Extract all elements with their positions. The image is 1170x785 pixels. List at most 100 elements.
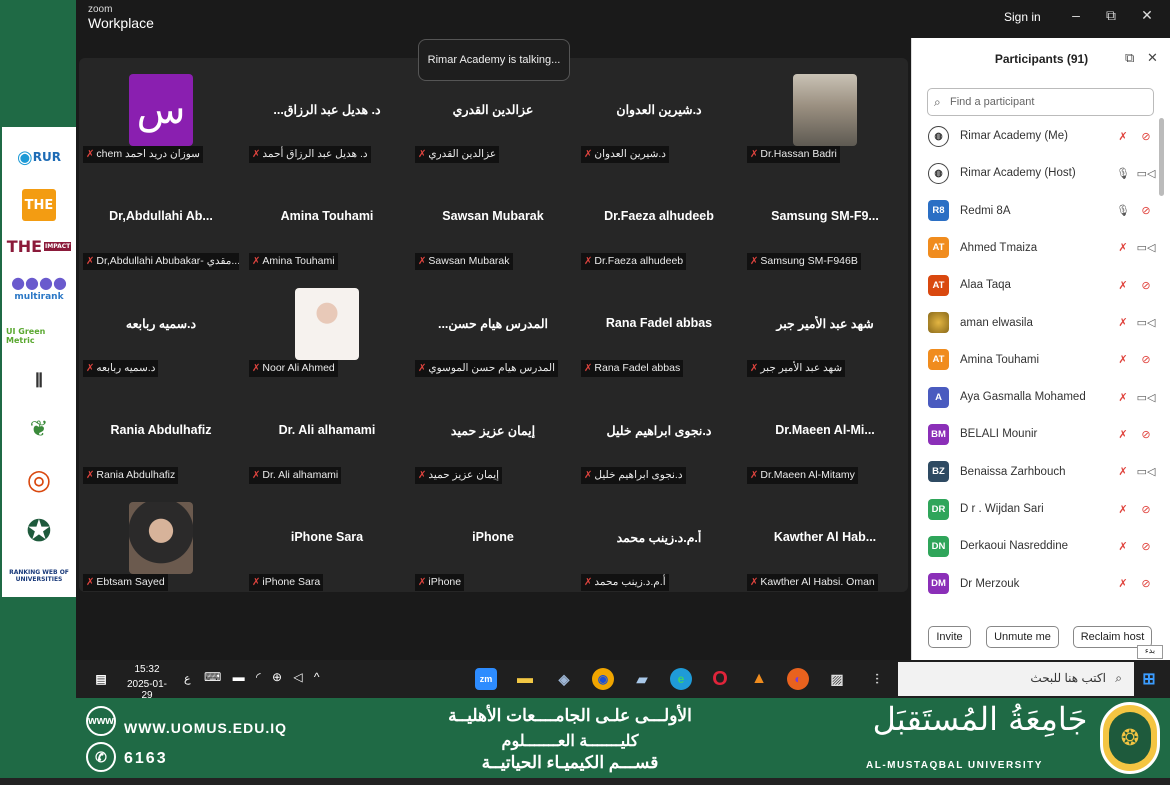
participant-row[interactable]: DN Derkaoui Nasreddine ✗ ⊘	[928, 530, 1158, 562]
notepad-icon[interactable]: ▰	[631, 668, 653, 690]
participant-row[interactable]: BZ Benaissa Zarhbouch ✗ ▭◁	[928, 456, 1158, 488]
mic-off-icon[interactable]: ✗	[1116, 465, 1130, 478]
camera-off-icon[interactable]: ⊘	[1134, 503, 1158, 516]
participant-row[interactable]: AT Amina Touhami ✗ ⊘	[928, 344, 1158, 376]
video-tile[interactable]: iPhone ✗ iPhone	[411, 486, 575, 591]
chrome-icon[interactable]: ◉	[592, 668, 614, 690]
tile-label: ✗ iPhone Sara	[249, 574, 324, 591]
video-tile[interactable]: ✗ Noor Ali Ahmed	[245, 272, 409, 377]
participant-row[interactable]: A Aya Gasmalla Mohamed ✗ ▭◁	[928, 381, 1158, 413]
video-tile[interactable]: Dr. Ali alhamami ✗ Dr. Ali alhamami	[245, 379, 409, 484]
mic-off-icon[interactable]: ✗	[1116, 577, 1130, 590]
windows-search-box[interactable]: ⌕ اكتب هنا للبحث	[898, 662, 1134, 696]
video-tile[interactable]: Dr.Faeza alhudeeb ✗ Dr.Faeza alhudeeb	[577, 165, 741, 270]
camera-on-icon[interactable]: ▭◁	[1134, 167, 1158, 180]
video-tile[interactable]: س ✗ chem سوزان درید احمد	[79, 58, 243, 163]
file-explorer-icon[interactable]: ▬	[514, 668, 536, 690]
video-tile[interactable]: د.شيرين العدوان ✗ د.شيرين العدوان	[577, 58, 741, 163]
windows-start-icon[interactable]: ⊞	[1138, 668, 1160, 690]
camera-on-icon[interactable]: ▭◁	[1134, 465, 1158, 478]
camera-off-icon[interactable]: ⊘	[1134, 279, 1158, 292]
video-tile[interactable]: Kawther Al Hab... ✗ Kawther Al Habsi. Oman	[743, 486, 907, 591]
mic-on-icon[interactable]: 🎙	[1116, 204, 1130, 217]
multirank-logo: ●●●● multirank	[6, 271, 72, 304]
tile-label: ✗ Rana Fadel abbas	[581, 360, 684, 377]
mic-off-icon[interactable]: ✗	[1116, 241, 1130, 254]
video-tile[interactable]: Amina Touhami ✗ Amina Touhami	[245, 165, 409, 270]
participant-row[interactable]: ◍ Rimar Academy (Me) ✗ ⊘	[928, 120, 1158, 152]
camera-off-icon[interactable]: ⊘	[1134, 130, 1158, 143]
tile-label-text: Rania Abdulhafiz	[96, 469, 176, 481]
popout-icon[interactable]: ⧉	[1125, 50, 1134, 66]
vlc-icon[interactable]: ▲	[748, 668, 770, 690]
avatar-initials: A	[935, 391, 942, 403]
video-tile[interactable]: ✗ Ebtsam Sayed	[79, 486, 243, 591]
mic-off-icon[interactable]: ✗	[1116, 540, 1130, 553]
video-tile[interactable]: ...د. هديل عبد الرزاق ✗ د. هديل عبد الرزاق…	[245, 58, 409, 163]
muted-mic-icon: ✗	[750, 470, 759, 481]
mic-off-icon[interactable]: ✗	[1116, 316, 1130, 329]
tile-label: ✗ المدرس هيام حسن الموسوي	[415, 360, 559, 377]
edge-icon[interactable]: e	[670, 668, 692, 690]
camera-off-icon[interactable]: ⊘	[1134, 577, 1158, 590]
camera-off-icon[interactable]: ⊘	[1134, 204, 1158, 217]
unmute-me-button[interactable]: Unmute me	[986, 626, 1059, 648]
video-tile[interactable]: Dr.Maeen Al-Mi... ✗ Dr.Maeen Al-Mitamy	[743, 379, 907, 484]
participant-row[interactable]: aman elwasila ✗ ▭◁	[928, 307, 1158, 339]
video-tile[interactable]: ...المدرس هيام حسن ✗ المدرس هيام حسن الموس…	[411, 272, 575, 377]
participant-row[interactable]: ◍ Rimar Academy (Host) 🎙 ▭◁	[928, 157, 1158, 189]
video-tile[interactable]: أ.م.د.زينب محمد ✗ أ.م.د.زينب محمد	[577, 486, 741, 591]
video-tile[interactable]: Dr,Abdullahi Ab... ✗ Dr,Abdullahi Abubakar…	[79, 165, 243, 270]
video-tile[interactable]: د.نجوى ابراهيم خليل ✗ د.نجوى ابراهيم خليل	[577, 379, 741, 484]
participant-row[interactable]: R8 Redmi 8A 🎙 ⊘	[928, 195, 1158, 227]
minimize-button[interactable]: –	[1066, 7, 1086, 23]
video-tile[interactable]: Sawsan Mubarak ✗ Sawsan Mubarak	[411, 165, 575, 270]
participant-search-input[interactable]: ⌕ Find a participant	[927, 88, 1154, 116]
invite-button[interactable]: Invite	[928, 626, 971, 648]
app-icon[interactable]: ◈	[553, 668, 575, 690]
mic-off-icon[interactable]: ✗	[1116, 428, 1130, 441]
camera-off-icon[interactable]: ⊘	[1134, 428, 1158, 441]
firefox-icon[interactable]: ◐	[787, 668, 809, 690]
zoom-taskbar-icon[interactable]: zm	[475, 668, 497, 690]
participant-row[interactable]: DM Dr Merzouk ✗ ⊘	[928, 568, 1158, 600]
participant-scrollbar[interactable]	[1159, 118, 1164, 196]
camera-on-icon[interactable]: ▭◁	[1134, 316, 1158, 329]
sign-in-link[interactable]: Sign in	[1004, 10, 1041, 24]
mic-off-icon[interactable]: ✗	[1116, 353, 1130, 366]
participant-row[interactable]: AT Alaa Taqa ✗ ⊘	[928, 269, 1158, 301]
camera-off-icon[interactable]: ⊘	[1134, 353, 1158, 366]
close-panel-icon[interactable]: ✕	[1147, 50, 1158, 66]
video-tile[interactable]: Rana Fadel abbas ✗ Rana Fadel abbas	[577, 272, 741, 377]
participant-row[interactable]: BM BELALI Mounir ✗ ⊘	[928, 418, 1158, 450]
language-indicator[interactable]: ع	[184, 672, 191, 685]
mic-off-icon[interactable]: ✗	[1116, 279, 1130, 292]
video-tile[interactable]: Samsung SM-F9... ✗ Samsung SM-F946B	[743, 165, 907, 270]
mic-off-icon[interactable]: ✗	[1116, 503, 1130, 516]
mic-off-icon[interactable]: ✗	[1116, 130, 1130, 143]
mic-off-icon[interactable]: ✗	[1116, 391, 1130, 404]
restore-button[interactable]: ⧉	[1101, 7, 1121, 24]
participant-row[interactable]: DR D r . Wijdan Sari ✗ ⊘	[928, 493, 1158, 525]
video-tile[interactable]: شهد عبد الأمير جبر ✗ شهد عبد الأمير جبر	[743, 272, 907, 377]
clock[interactable]: 15:32 2025-01-29	[124, 664, 170, 701]
muted-mic-icon: ✗	[750, 149, 759, 160]
task-view-icon[interactable]: ⫶	[866, 668, 888, 690]
video-tile[interactable]: Rania Abdulhafiz ✗ Rania Abdulhafiz	[79, 379, 243, 484]
close-button[interactable]: ✕	[1137, 7, 1157, 24]
camera-off-icon[interactable]: ⊘	[1134, 540, 1158, 553]
video-tile[interactable]: د.سميه ربابعه ✗ د.سميه ربابعه	[79, 272, 243, 377]
camera-on-icon[interactable]: ▭◁	[1134, 391, 1158, 404]
participant-row[interactable]: AT Ahmed Tmaiza ✗ ▭◁	[928, 232, 1158, 264]
video-tile[interactable]: iPhone Sara ✗ iPhone Sara	[245, 486, 409, 591]
opera-icon[interactable]: O	[709, 668, 731, 690]
tile-name: Amina Touhami	[280, 209, 374, 223]
document-icon[interactable]: ▨	[826, 668, 848, 690]
tray-icons[interactable]: ⌨ ▬ ◜ ⊕ ◁ ^	[204, 670, 324, 684]
muted-mic-icon: ✗	[584, 149, 593, 160]
video-tile[interactable]: ✗ Dr.Hassan Badri	[743, 58, 907, 163]
mic-on-icon[interactable]: 🎙	[1116, 167, 1130, 180]
notification-icon[interactable]: ▤	[90, 668, 112, 690]
camera-on-icon[interactable]: ▭◁	[1134, 241, 1158, 254]
video-tile[interactable]: إيمان عزيز حميد ✗ إيمان عزيز حميد	[411, 379, 575, 484]
